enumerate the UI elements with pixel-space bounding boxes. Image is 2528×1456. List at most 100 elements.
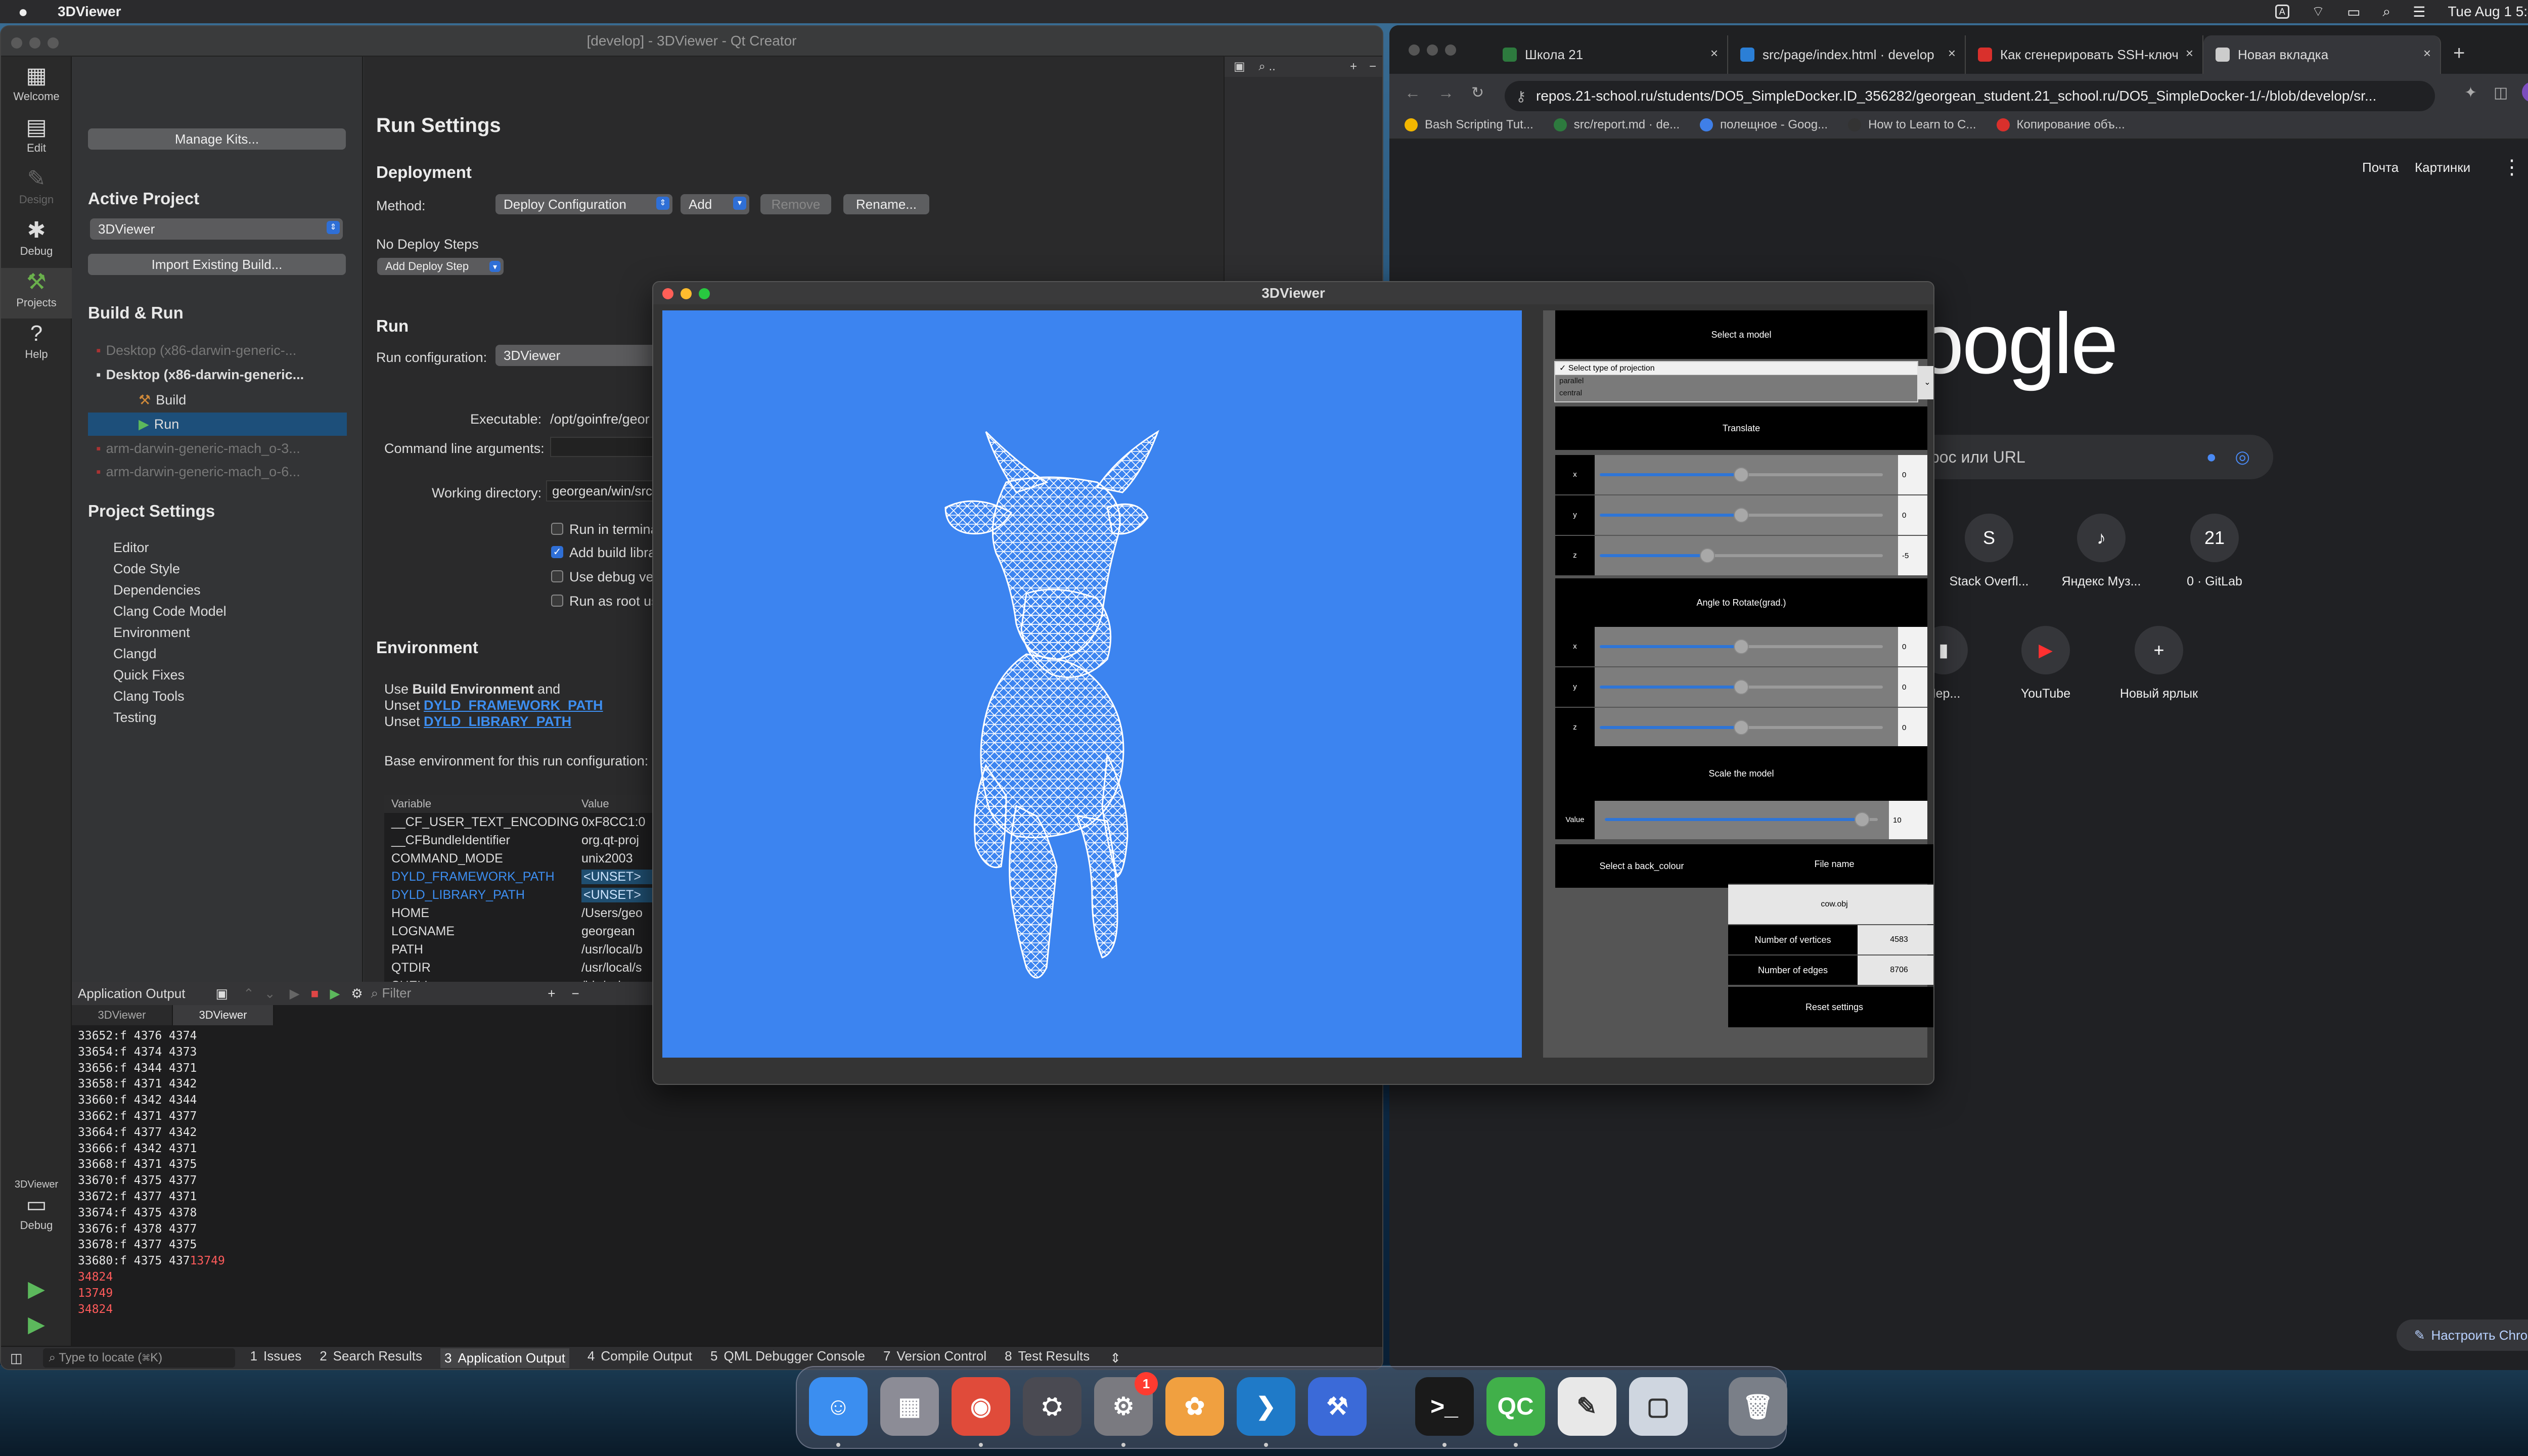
close-button[interactable]: [1409, 44, 1420, 56]
projection-option-parallel[interactable]: parallel: [1555, 375, 1917, 387]
settings-item-testing[interactable]: Testing: [113, 710, 157, 725]
axis-slider-area[interactable]: [1595, 667, 1898, 707]
browser-tab[interactable]: src/page/index.html · develop ×: [1728, 35, 1966, 74]
axis-spinbox[interactable]: 0: [1898, 455, 1927, 494]
projection-dropdown[interactable]: ✓ Select type of projection parallel cen…: [1554, 361, 1933, 402]
settings-item-clang-code-model[interactable]: Clang Code Model: [113, 604, 227, 619]
dock-terminal-icon[interactable]: >_: [1415, 1377, 1474, 1436]
axis-slider-area[interactable]: [1595, 495, 1898, 535]
kit-build-item[interactable]: ⚒ Build: [139, 392, 186, 408]
google-search-box[interactable]: рос или URL ● ◎: [1911, 435, 2273, 479]
slider-thumb[interactable]: [1734, 639, 1749, 654]
new-tab-icon[interactable]: +: [2453, 42, 2465, 65]
dock-finder-icon[interactable]: ☺: [809, 1377, 868, 1436]
minimize-button[interactable]: [1427, 44, 1438, 56]
opengl-viewport[interactable]: [662, 310, 1522, 1058]
dock-launchpad-icon[interactable]: ▦: [880, 1377, 939, 1436]
forward-icon[interactable]: →: [1438, 83, 1454, 102]
slider-thumb[interactable]: [1700, 548, 1715, 563]
table-row[interactable]: DYLD_FRAMEWORK_PATH <UNSET>: [384, 868, 688, 886]
output-pane-tab[interactable]: 7 Version Control: [883, 1348, 986, 1368]
run-as-root-checkbox[interactable]: [551, 595, 563, 607]
arrow-down-icon[interactable]: ⌄: [264, 986, 276, 1002]
kit-item[interactable]: ▪ arm-darwin-generic-mach_o-6...: [96, 464, 300, 480]
arrow-up-icon[interactable]: ⌃: [243, 986, 254, 1002]
settings-item-dependencies[interactable]: Dependencies: [113, 582, 201, 598]
output-tab-active[interactable]: 3DViewer: [173, 1005, 274, 1025]
close-button[interactable]: [662, 288, 673, 299]
axis-slider-area[interactable]: [1595, 627, 1898, 666]
profile-avatar[interactable]: D: [2522, 82, 2528, 102]
axis-slider-area[interactable]: [1595, 536, 1898, 575]
bookmark-item[interactable]: Копирование объ...: [1996, 118, 2125, 132]
lens-icon[interactable]: ◎: [2235, 447, 2250, 467]
run-button[interactable]: ▶: [1, 1275, 72, 1310]
bookmark-item[interactable]: полещное - Goog...: [1700, 118, 1828, 132]
back-icon[interactable]: ←: [1405, 83, 1421, 102]
dock-xcode-tools-icon[interactable]: ⛭: [1023, 1377, 1081, 1436]
mode-projects[interactable]: ⚒ Projects: [1, 268, 72, 318]
output-pane-tab[interactable]: 2 Search Results: [320, 1348, 422, 1368]
dock-trash-icon[interactable]: 🗑: [1728, 1377, 1787, 1436]
remove-button[interactable]: Remove: [760, 194, 831, 214]
apple-menu-icon[interactable]: ●: [18, 3, 35, 21]
kit-item[interactable]: ▪ arm-darwin-generic-mach_o-3...: [96, 441, 300, 457]
extensions-icon[interactable]: ✦: [2464, 84, 2477, 102]
mode-debug[interactable]: ✱ Debug: [1, 216, 72, 267]
dock-chrome-icon[interactable]: ◉: [952, 1377, 1010, 1436]
unset-framework-link[interactable]: DYLD_FRAMEWORK_PATH: [424, 698, 603, 713]
kit-item-active[interactable]: ▪ Desktop (x86-darwin-generic...: [96, 367, 304, 383]
scale-slider-area[interactable]: [1595, 801, 1889, 839]
wifi-icon[interactable]: ⌔: [2312, 3, 2325, 21]
locator-input[interactable]: ⌕ Type to locate (⌘K): [42, 1348, 235, 1368]
add-build-library-checkbox[interactable]: ✓: [551, 546, 563, 558]
sidebar-toggle-icon[interactable]: ◫: [10, 1350, 23, 1366]
settings-item-environment[interactable]: Environment: [113, 625, 190, 641]
bookmark-item[interactable]: How to Learn to C...: [1848, 118, 1976, 132]
reload-icon[interactable]: ↻: [1471, 84, 1484, 102]
back-colour-button[interactable]: Select a back_colour: [1555, 844, 1728, 888]
minus-icon[interactable]: −: [571, 986, 579, 1002]
projection-option-selected[interactable]: ✓ Select type of projection: [1555, 362, 1917, 375]
filter-input[interactable]: ⌕ Filter: [371, 985, 412, 1002]
shortcut-tile[interactable]: S Stack Overfl...: [1933, 514, 2045, 589]
table-row[interactable]: __CF_USER_TEXT_ENCODING 0xF8CC1:0: [384, 813, 688, 831]
output-pane-tab[interactable]: 8 Test Results: [1005, 1348, 1090, 1368]
address-bar[interactable]: ⚷ repos.21-school.ru/students/DO5_Simple…: [1505, 81, 2435, 111]
rerun-icon[interactable]: ▶: [330, 986, 340, 1002]
shortcut-tile[interactable]: 21 0 · GitLab: [2159, 514, 2270, 589]
table-row[interactable]: HOME/Users/geo: [384, 904, 688, 922]
dock-preview-icon[interactable]: ▢: [1629, 1377, 1688, 1436]
method-select[interactable]: Deploy Configuration ⇕: [495, 194, 672, 214]
menubar-clock[interactable]: Tue Aug 1 5:44 PM: [2448, 4, 2528, 20]
close-tab-icon[interactable]: ×: [1710, 46, 1718, 61]
select-model-button[interactable]: Select a model: [1555, 310, 1927, 359]
close-tab-icon[interactable]: ×: [1948, 46, 1956, 61]
dock-qt-creator-icon[interactable]: QC: [1486, 1377, 1545, 1436]
axis-spinbox[interactable]: 0: [1898, 627, 1927, 666]
active-app-name[interactable]: 3DViewer: [58, 4, 121, 20]
slider-thumb[interactable]: [1734, 467, 1749, 482]
battery-icon[interactable]: ▭: [2347, 4, 2360, 20]
gmail-link[interactable]: Почта: [2362, 160, 2399, 175]
mode-welcome[interactable]: ▦ Welcome: [1, 62, 72, 112]
kit-item[interactable]: ▪ Desktop (x86-darwin-generic-...: [96, 343, 296, 358]
terminal-icon[interactable]: ▣: [1234, 60, 1245, 73]
reset-settings-button[interactable]: Reset settings: [1728, 987, 1933, 1027]
mode-design[interactable]: ✎ Design: [1, 165, 72, 215]
slider-thumb[interactable]: [1734, 679, 1749, 695]
run-in-terminal-checkbox[interactable]: [551, 523, 563, 535]
scale-slider-thumb[interactable]: [1855, 812, 1870, 827]
mode-edit[interactable]: ▤ Edit: [1, 113, 72, 164]
output-tab[interactable]: 3DViewer: [72, 1005, 173, 1025]
output-pane-tab[interactable]: 3 Application Output: [440, 1348, 569, 1368]
settings-item-clang-tools[interactable]: Clang Tools: [113, 689, 185, 704]
active-project-select[interactable]: 3DViewer ⇕: [90, 218, 343, 240]
add-deploy-button[interactable]: Add ▾: [681, 194, 749, 214]
slider-thumb[interactable]: [1734, 508, 1749, 523]
images-link[interactable]: Картинки: [2415, 160, 2470, 175]
rename-button[interactable]: Rename...: [843, 194, 929, 214]
customize-chrome-button[interactable]: ✎Настроить Chrome: [2397, 1320, 2528, 1351]
shortcut-tile[interactable]: + Новый ярлык: [2103, 626, 2215, 701]
table-row[interactable]: COMMAND_MODE unix2003: [384, 849, 688, 868]
